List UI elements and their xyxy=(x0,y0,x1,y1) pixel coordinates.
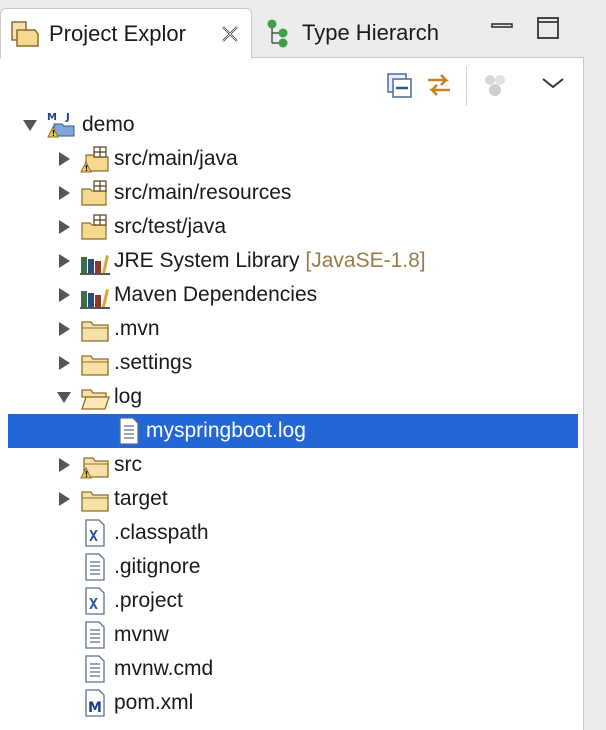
package-folder-icon xyxy=(81,214,107,240)
tree-item-label: src/main/java xyxy=(114,147,238,170)
svg-text:M: M xyxy=(88,700,102,716)
tree-item-maven-dependencies[interactable]: Maven Dependencies xyxy=(0,278,584,312)
tree-item-mvnw-cmd[interactable]: mvnw.cmd xyxy=(0,652,584,686)
tree-item-src[interactable]: ! src xyxy=(0,448,584,482)
tree-item-label: .mvn xyxy=(114,317,160,340)
tree-item-jre-system-library[interactable]: JRE System Library [JavaSE-1.8] xyxy=(0,244,584,278)
text-file-icon xyxy=(119,417,139,445)
tree-item-myspringboot-log[interactable]: myspringboot.log xyxy=(8,414,578,448)
xml-file-icon: X xyxy=(85,519,105,547)
svg-text:M: M xyxy=(47,112,57,123)
library-icon xyxy=(80,289,110,309)
folder-icon: ! xyxy=(80,457,109,479)
chevron-right-icon[interactable] xyxy=(56,253,72,269)
tab-project-explorer[interactable]: Project Explor xyxy=(0,8,252,59)
close-icon[interactable] xyxy=(219,23,241,45)
folder-open-icon xyxy=(81,389,110,410)
jre-version-decoration: [JavaSE-1.8] xyxy=(305,249,426,272)
chevron-right-icon[interactable] xyxy=(56,321,72,337)
chevron-right-icon[interactable] xyxy=(56,287,72,303)
tree-item-classpath[interactable]: X .classpath xyxy=(0,516,584,550)
tree-item-label: src xyxy=(114,453,142,476)
type-hierarchy-icon xyxy=(267,19,288,48)
toolbar-separator xyxy=(466,66,467,106)
tree-item-label: .settings xyxy=(114,351,193,374)
tree-item-settings[interactable]: .settings xyxy=(0,346,584,380)
tree-item-pom-xml[interactable]: M pom.xml xyxy=(0,686,584,720)
package-folder-icon xyxy=(81,180,107,206)
minimize-icon[interactable] xyxy=(490,16,514,40)
tree-item-label: mvnw.cmd xyxy=(114,657,214,680)
chevron-right-icon[interactable] xyxy=(56,151,72,167)
xml-file-icon: X xyxy=(85,587,105,615)
text-file-icon xyxy=(85,655,105,683)
tree-item-project[interactable]: X .project xyxy=(0,584,584,618)
svg-text:!: ! xyxy=(85,164,89,173)
tree-item-label: Maven Dependencies xyxy=(114,283,318,306)
focus-icon[interactable] xyxy=(480,70,510,100)
tree-item-src-main-java[interactable]: ! src/main/java xyxy=(0,142,584,176)
chevron-right-icon[interactable] xyxy=(56,185,72,201)
tree-item-label: pom.xml xyxy=(114,691,194,714)
tree-item-gitignore[interactable]: .gitignore xyxy=(0,550,584,584)
svg-text:J: J xyxy=(65,112,70,123)
tree-item-log[interactable]: log xyxy=(0,380,584,414)
tree-item-demo[interactable]: M J ! demo xyxy=(0,108,584,142)
library-icon xyxy=(80,255,110,275)
maven-pom-icon: M xyxy=(85,689,105,717)
folder-icon xyxy=(81,491,109,512)
tab-label: Type Hierarch xyxy=(302,20,439,45)
view-tab-bar: Project Explor Type Hierarch xyxy=(0,0,584,59)
collapse-all-icon[interactable] xyxy=(384,70,414,100)
text-file-icon xyxy=(85,553,105,581)
tree-item-label: target xyxy=(114,487,168,510)
tree-item-mvnw[interactable]: mvnw xyxy=(0,618,584,652)
svg-text:!: ! xyxy=(52,129,56,138)
tree-item-label: JRE System Library [JavaSE-1.8] xyxy=(114,249,426,272)
view-menu-icon[interactable] xyxy=(538,70,568,100)
tree-item-label: src/test/java xyxy=(114,215,227,238)
tree-item-label: mvnw xyxy=(114,623,169,646)
project-explorer-view: Project Explor Type Hierarch M J ! demo … xyxy=(0,0,584,730)
tree-item-target[interactable]: target xyxy=(0,482,584,516)
svg-text:!: ! xyxy=(85,470,89,479)
tree-item-label: demo xyxy=(82,113,135,136)
link-with-editor-icon[interactable] xyxy=(424,70,454,100)
tree-item-mvn[interactable]: .mvn xyxy=(0,312,584,346)
chevron-right-icon[interactable] xyxy=(56,355,72,371)
text-file-icon xyxy=(85,621,105,649)
tree-item-label: .project xyxy=(114,589,183,612)
chevron-down-icon[interactable] xyxy=(56,389,72,405)
tree-item-src-test-java[interactable]: src/test/java xyxy=(0,210,584,244)
svg-text:X: X xyxy=(89,595,98,613)
package-folder-icon: ! xyxy=(80,146,109,173)
maximize-icon[interactable] xyxy=(536,16,560,40)
maven-project-icon: M J ! xyxy=(47,112,75,138)
tree-item-label: log xyxy=(114,385,143,408)
tree-item-label: .gitignore xyxy=(114,555,201,578)
tree-item-label: myspringboot.log xyxy=(146,419,306,442)
tree-item-label: src/main/resources xyxy=(114,181,292,204)
tree-item-label: .classpath xyxy=(114,521,209,544)
chevron-right-icon[interactable] xyxy=(56,457,72,473)
folder-icon xyxy=(81,355,109,376)
tab-label: Project Explor xyxy=(49,21,186,46)
chevron-right-icon[interactable] xyxy=(56,491,72,507)
svg-text:X: X xyxy=(89,527,98,545)
chevron-right-icon[interactable] xyxy=(56,219,72,235)
tab-type-hierarchy[interactable]: Type Hierarch xyxy=(256,8,456,58)
tree-item-src-main-resources[interactable]: src/main/resources xyxy=(0,176,584,210)
folder-icon xyxy=(81,321,109,342)
view-toolbar xyxy=(380,66,584,110)
chevron-down-icon[interactable] xyxy=(22,117,38,133)
project-explorer-icon xyxy=(11,21,39,47)
